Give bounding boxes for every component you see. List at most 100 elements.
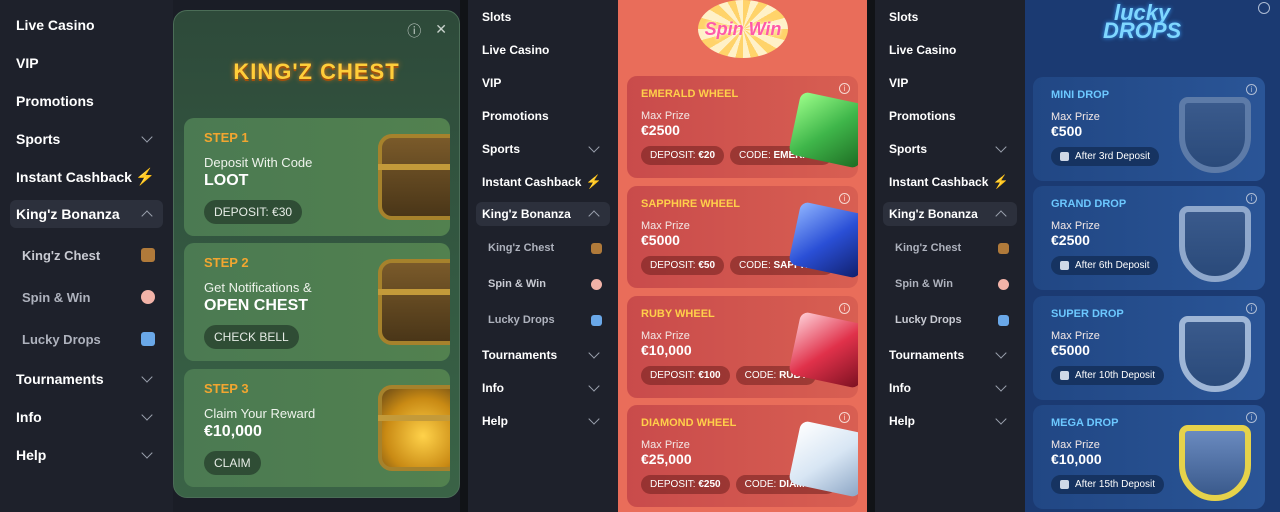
sidebar-item-kingz-chest[interactable]: King'z Chest <box>468 230 618 266</box>
info-icon[interactable]: i <box>1246 193 1257 204</box>
info-icon[interactable]: i <box>839 83 850 94</box>
chevron-down-icon <box>141 409 153 421</box>
sidebar-item-tournaments[interactable]: Tournaments <box>468 338 618 371</box>
deposit-pill: DEPOSIT: €100 <box>641 366 730 385</box>
drop-card[interactable]: i MEGA DROP Max Prize €10,000 After 15th… <box>1033 405 1265 509</box>
spin-win-panel: Spin Win i EMERALD WHEEL Max Prize €2500… <box>618 0 867 512</box>
sidebar-item-vip[interactable]: VIP <box>468 66 618 99</box>
sidebar-item-help[interactable]: Help <box>875 404 1025 437</box>
sidebar-item-kingz-bonanza[interactable]: King'z Bonanza <box>10 200 163 228</box>
info-icon[interactable]: i <box>1246 84 1257 95</box>
sidebar-item-kingz-chest[interactable]: King'z Chest <box>875 230 1025 266</box>
sidebar-item-sports[interactable]: Sports <box>468 132 618 165</box>
chest-icon <box>378 259 450 345</box>
chevron-down-icon <box>995 346 1007 359</box>
sidebar-item-help[interactable]: Help <box>0 436 173 474</box>
wheel-icon <box>591 278 602 290</box>
spin-win-logo: Spin Win <box>698 0 788 58</box>
sidebar-item-info[interactable]: Info <box>0 398 173 436</box>
sidebar-item-instant-cashback[interactable]: Instant Cashback ⚡ <box>0 158 173 196</box>
claim-button[interactable]: CLAIM <box>204 451 261 475</box>
shield-icon <box>998 314 1009 326</box>
sidebar-item-spin-win[interactable]: Spin & Win <box>875 266 1025 302</box>
step-card: STEP 3 Claim Your Reward €10,000 CLAIM <box>184 369 450 487</box>
info-icon[interactable]: i <box>839 193 850 204</box>
wheel-icon <box>998 278 1009 290</box>
sidebar-menu: Live Casino VIP Promotions Sports Instan… <box>0 0 173 512</box>
sidebar-item-info[interactable]: Info <box>875 371 1025 404</box>
step-card: STEP 1 Deposit With Code LOOT DEPOSIT: €… <box>184 118 450 236</box>
shield-icon <box>1179 316 1251 392</box>
info-icon[interactable]: i <box>839 412 850 423</box>
step-card: STEP 2 Get Notifications & OPEN CHEST CH… <box>184 243 450 361</box>
wheel-card[interactable]: i RUBY WHEEL Max Prize €10,000 DEPOSIT: … <box>627 296 858 398</box>
sidebar-item-kingz-chest[interactable]: King'z Chest <box>0 234 173 276</box>
lightning-icon: ⚡ <box>135 169 155 186</box>
sidebar-item-help[interactable]: Help <box>468 404 618 437</box>
chest-icon <box>591 242 602 254</box>
sidebar-item-sports[interactable]: Sports <box>0 120 173 158</box>
check-bell-button[interactable]: CHECK BELL <box>204 325 299 349</box>
sidebar-item-vip[interactable]: VIP <box>875 66 1025 99</box>
unlock-pill: After 10th Deposit <box>1051 366 1165 385</box>
lock-icon <box>1060 480 1069 489</box>
sidebar-menu: Slots Live Casino VIP Promotions Sports … <box>875 0 1025 512</box>
kingz-chest-panel: ⓘ ✕ KING'Z CHEST STEP 1 Deposit With Cod… <box>173 10 460 498</box>
lucky-drops-panel: lucky DROPS i MINI DROP Max Prize €500 Af… <box>1025 0 1280 512</box>
sidebar-item-live-casino[interactable]: Live Casino <box>468 33 618 66</box>
sidebar-item-vip[interactable]: VIP <box>0 44 173 82</box>
wheel-icon <box>141 290 155 304</box>
shield-icon <box>591 314 602 326</box>
sidebar-item-info[interactable]: Info <box>468 371 618 404</box>
chevron-up-icon <box>588 210 600 222</box>
sidebar-item-slots[interactable]: Slots <box>875 0 1025 33</box>
sidebar-item-slots[interactable]: Slots <box>468 0 618 33</box>
sidebar-item-instant-cashback[interactable]: Instant Cashback ⚡ <box>875 165 1025 198</box>
gold-chest-icon <box>378 385 450 471</box>
kingz-chest-logo: KING'Z CHEST <box>233 59 400 84</box>
info-icon[interactable]: i <box>1246 303 1257 314</box>
sidebar-item-tournaments[interactable]: Tournaments <box>875 338 1025 371</box>
sidebar-menu: Slots Live Casino VIP Promotions Sports … <box>468 0 618 512</box>
drop-card[interactable]: i GRAND DROP Max Prize €2500 After 6th D… <box>1033 186 1265 290</box>
chest-icon <box>378 134 450 220</box>
deposit-pill: DEPOSIT: €30 <box>204 200 303 224</box>
info-icon[interactable]: i <box>1246 412 1257 423</box>
sidebar-item-spin-win[interactable]: Spin & Win <box>0 276 173 318</box>
unlock-pill: After 6th Deposit <box>1051 256 1159 275</box>
sidebar-item-tournaments[interactable]: Tournaments <box>0 360 173 398</box>
sidebar-item-promotions[interactable]: Promotions <box>468 99 618 132</box>
chevron-down-icon <box>995 379 1007 392</box>
drop-card[interactable]: i SUPER DROP Max Prize €5000 After 10th … <box>1033 296 1265 400</box>
background-strip <box>867 0 875 512</box>
sidebar-item-live-casino[interactable]: Live Casino <box>0 6 173 44</box>
close-icon[interactable]: ✕ <box>435 21 447 41</box>
deposit-pill: DEPOSIT: €20 <box>641 146 725 165</box>
sidebar-item-lucky-drops[interactable]: Lucky Drops <box>0 318 173 360</box>
wheel-card[interactable]: i EMERALD WHEEL Max Prize €2500 DEPOSIT:… <box>627 76 858 178</box>
chevron-down-icon <box>995 412 1007 425</box>
sidebar-item-kingz-bonanza[interactable]: King'z Bonanza <box>883 202 1017 226</box>
sidebar-item-kingz-bonanza[interactable]: King'z Bonanza <box>476 202 610 226</box>
info-icon[interactable]: i <box>839 303 850 314</box>
sidebar-item-live-casino[interactable]: Live Casino <box>875 33 1025 66</box>
info-icon[interactable] <box>1258 2 1270 14</box>
sidebar-item-spin-win[interactable]: Spin & Win <box>468 266 618 302</box>
sidebar-item-sports[interactable]: Sports <box>875 132 1025 165</box>
drop-card[interactable]: i MINI DROP Max Prize €500 After 3rd Dep… <box>1033 77 1265 181</box>
lightning-icon: ⚡ <box>992 173 1009 189</box>
help-icon[interactable]: ⓘ <box>407 21 421 41</box>
sidebar-item-lucky-drops[interactable]: Lucky Drops <box>468 302 618 338</box>
lock-icon <box>1060 261 1069 270</box>
deposit-pill: DEPOSIT: €250 <box>641 475 730 494</box>
wheel-card[interactable]: i DIAMOND WHEEL Max Prize €25,000 DEPOSI… <box>627 405 858 507</box>
chevron-down-icon <box>141 371 153 383</box>
deposit-pill: DEPOSIT: €50 <box>641 256 725 275</box>
sidebar-item-promotions[interactable]: Promotions <box>875 99 1025 132</box>
wheel-card[interactable]: i SAPPHIRE WHEEL Max Prize €5000 DEPOSIT… <box>627 186 858 288</box>
background-strip <box>460 0 468 512</box>
chevron-down-icon <box>141 131 153 143</box>
sidebar-item-promotions[interactable]: Promotions <box>0 82 173 120</box>
sidebar-item-instant-cashback[interactable]: Instant Cashback ⚡ <box>468 165 618 198</box>
sidebar-item-lucky-drops[interactable]: Lucky Drops <box>875 302 1025 338</box>
